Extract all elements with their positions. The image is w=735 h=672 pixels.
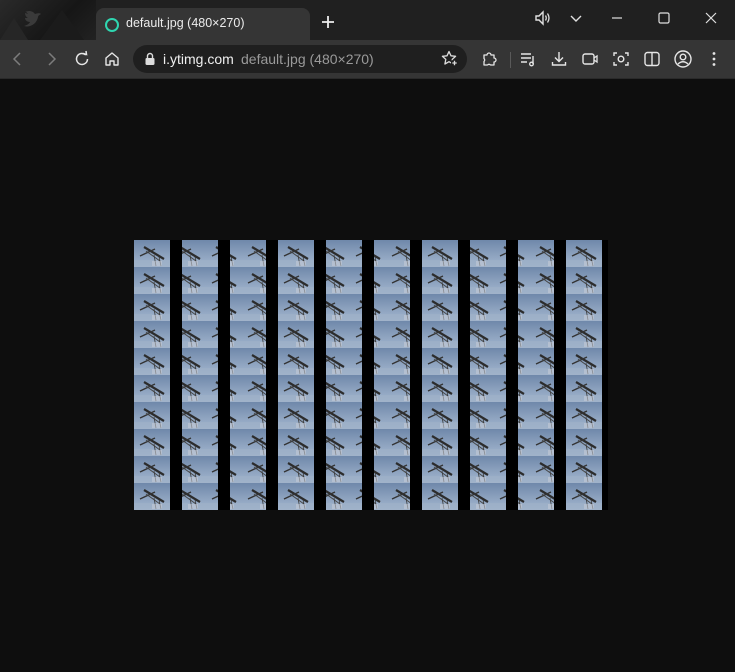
star-plus-icon[interactable] [441,50,459,68]
image-strip [374,240,410,510]
tab-title: default.jpg (480×270) [126,16,245,30]
image-strip [326,240,362,510]
page-viewport [0,79,735,672]
forward-arrow-icon [48,52,57,66]
bird-icon [24,10,41,27]
forward-button[interactable] [38,46,64,72]
url-host: i.ytimg.com [163,51,234,67]
profile-theme-art [0,0,96,40]
close-button[interactable] [693,4,729,32]
downloads-button[interactable] [546,46,572,72]
more-vertical-icon [712,52,716,66]
lock-icon[interactable] [144,52,156,66]
split-view-button[interactable] [639,46,665,72]
screenshot-button[interactable] [608,46,634,72]
playlist-button[interactable] [515,46,541,72]
close-icon [705,12,717,24]
reload-icon [75,50,89,66]
volume-button[interactable] [525,4,561,32]
back-button[interactable] [5,46,31,72]
new-tab-button[interactable] [316,12,340,36]
minimize-button[interactable] [599,4,635,32]
image-tile-grid [134,240,602,510]
maximize-button[interactable] [646,4,682,32]
camera-capture-icon [613,52,629,66]
extensions-button[interactable] [476,46,502,72]
plus-icon [322,16,334,28]
profile-button[interactable] [670,46,696,72]
maximize-icon [658,12,670,24]
split-view-icon [644,51,660,67]
image-strip [518,240,554,510]
download-icon [551,52,567,66]
speaker-icon [535,10,550,26]
home-button[interactable] [99,46,125,72]
puzzle-icon [483,52,497,66]
reload-button[interactable] [69,46,95,72]
media-list-icon [521,53,534,67]
image-strip [566,240,602,510]
displayed-image[interactable] [134,240,608,510]
toolbar-divider [510,52,511,68]
loading-ring-icon [105,18,119,32]
toolbar: i.ytimg.com default.jpg (480×270) [0,40,735,79]
record-icon [582,53,598,65]
chevron-down-icon [570,15,582,22]
back-arrow-icon [12,52,21,66]
tab-default-jpg[interactable]: default.jpg (480×270) [96,8,310,40]
menu-button[interactable] [701,46,727,72]
minimize-icon [612,17,622,19]
image-strip [230,240,266,510]
title-bar: default.jpg (480×270) [0,0,735,40]
url-path: default.jpg (480×270) [241,51,374,67]
profile-icon [674,50,692,68]
address-bar[interactable]: i.ytimg.com default.jpg (480×270) [133,45,467,73]
home-icon [105,52,119,66]
tab-search-button[interactable] [558,4,594,32]
image-strip [422,240,458,510]
record-button[interactable] [577,46,603,72]
image-strip [278,240,314,510]
image-strip [470,240,506,510]
image-strip [134,240,170,510]
image-strip [182,240,218,510]
